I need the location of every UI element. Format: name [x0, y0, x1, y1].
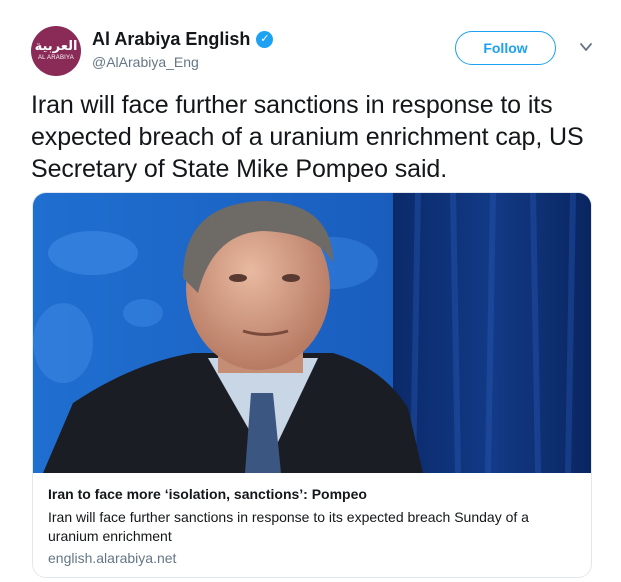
avatar-english-logo: AL ARABIYA	[37, 55, 75, 61]
avatar-arabic-logo: العربية	[34, 39, 78, 54]
tweet-text: Iran will face further sanctions in resp…	[31, 91, 584, 183]
verified-badge-icon: ✓	[256, 30, 274, 48]
chevron-down-icon[interactable]	[579, 40, 593, 54]
card-description: Iran will face further sanctions in resp…	[48, 509, 529, 544]
account-handle[interactable]: @AlArabiya_Eng	[92, 54, 199, 70]
account-name-label: Al Arabiya English	[92, 29, 251, 49]
follow-button[interactable]: Follow	[455, 31, 556, 65]
link-card[interactable]: Iran to face more ‘isolation, sanctions’…	[32, 192, 592, 578]
card-title[interactable]: Iran to face more ‘isolation, sanctions’…	[48, 485, 578, 503]
avatar[interactable]: العربية AL ARABIYA	[31, 26, 81, 76]
card-domain[interactable]: english.alarabiya.net	[48, 549, 176, 567]
tweet: العربية AL ARABIYA Al Arabiya English ✓ …	[0, 0, 621, 582]
card-image[interactable]	[33, 193, 592, 473]
account-name[interactable]: Al Arabiya English ✓	[92, 29, 274, 49]
